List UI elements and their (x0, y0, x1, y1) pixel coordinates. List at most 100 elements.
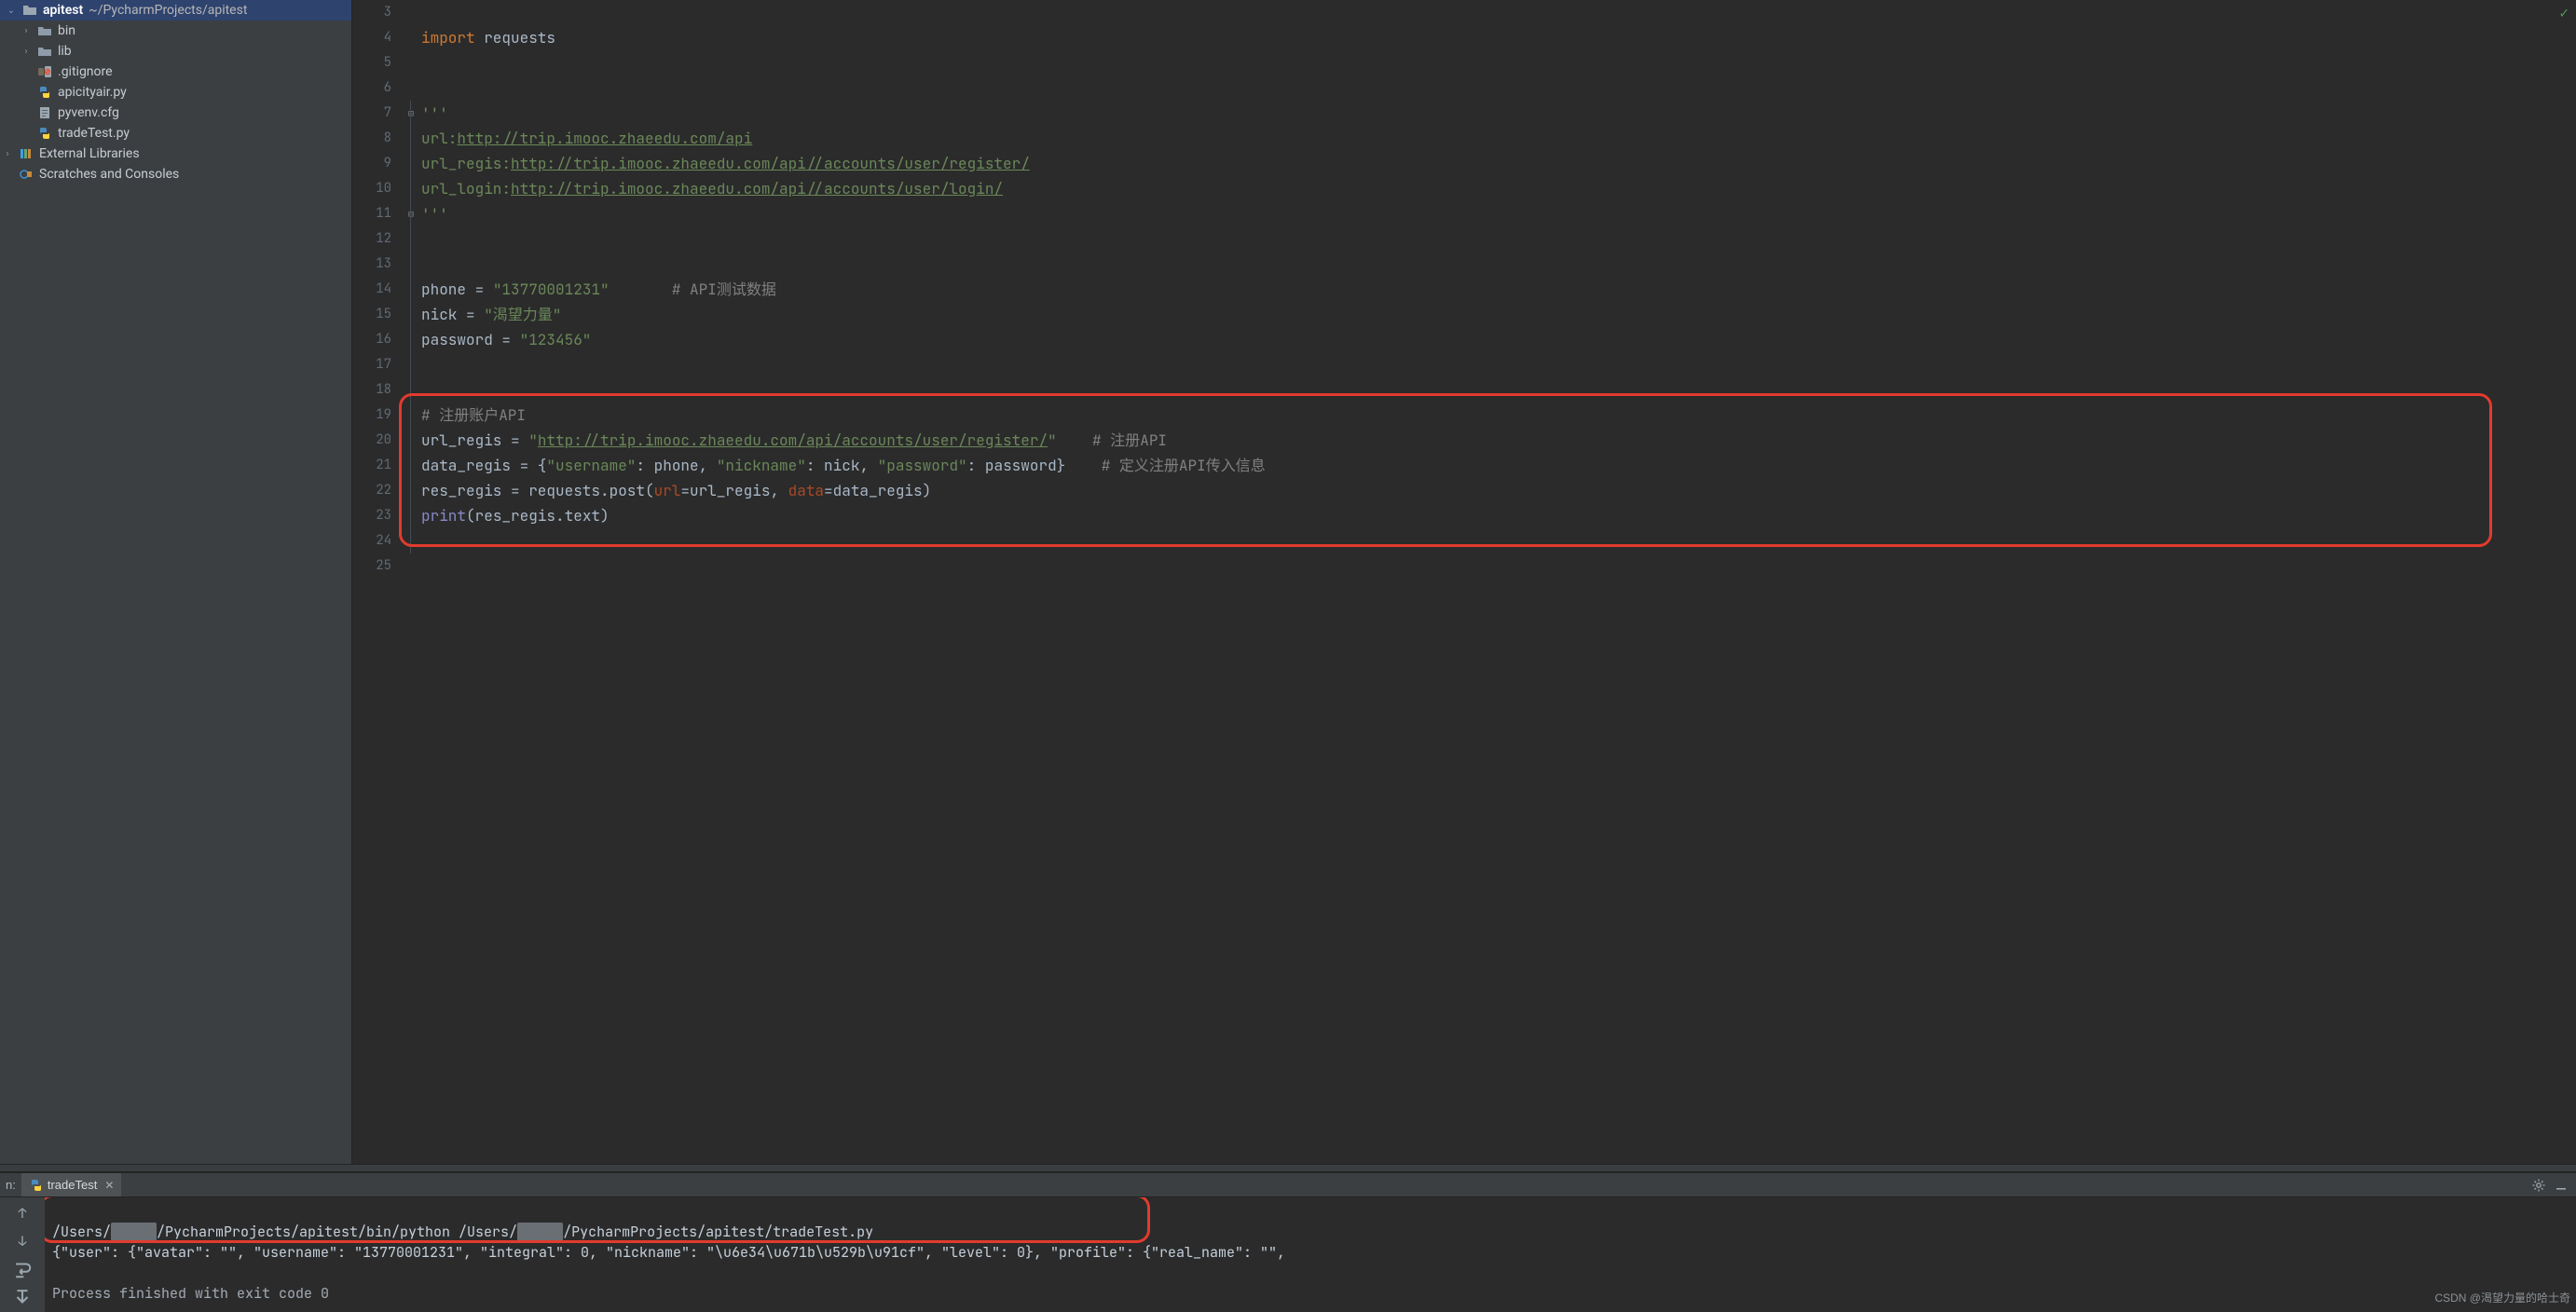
line-number[interactable]: 24 (352, 528, 391, 554)
python-run-icon (29, 1178, 44, 1193)
chevron-down-icon: ⌄ (6, 6, 17, 16)
down-arrow-icon[interactable]: ↓ (12, 1231, 33, 1251)
gutter[interactable]: 345678910111213141516171819202122232425 (352, 0, 408, 1164)
tree-item-pyvenv-cfg[interactable]: ›pyvenv.cfg (0, 102, 351, 123)
tree-item-label: .gitignore (58, 64, 113, 79)
code-line-19[interactable]: # 注册账户API (421, 403, 2576, 428)
project-name: apitest (43, 3, 83, 18)
line-number[interactable]: 6 (352, 75, 391, 101)
line-number[interactable]: 22 (352, 478, 391, 503)
line-number[interactable]: 21 (352, 453, 391, 478)
code-line-23[interactable]: print(res_regis.text) (421, 503, 2576, 528)
code-column[interactable]: import requests'''url:http://trip.imooc.… (421, 0, 2576, 1164)
line-number[interactable]: 14 (352, 277, 391, 302)
chevron-right-icon: › (21, 47, 32, 57)
tree-item-lib[interactable]: › lib (0, 41, 351, 62)
code-line-20[interactable]: url_regis = "http://trip.imooc.zhaeedu.c… (421, 428, 2576, 453)
console-cmd-line: /Users/xxxxx/PycharmProjects/apitest/bin… (52, 1223, 873, 1241)
code-line-16[interactable]: password = "123456" (421, 327, 2576, 352)
code-line-15[interactable]: nick = "渴望力量" (421, 302, 2576, 327)
line-number[interactable]: 5 (352, 50, 391, 75)
code-line-9[interactable]: url_regis:http://trip.imooc.zhaeedu.com/… (421, 151, 2576, 176)
soft-wrap-icon[interactable] (12, 1259, 33, 1279)
project-tree[interactable]: ›bin›lib›.gitignore›apicityair.py›pyvenv… (0, 20, 351, 144)
line-number[interactable]: 11 (352, 201, 391, 226)
line-number[interactable]: 23 (352, 503, 391, 528)
project-pane[interactable]: ⌄ apitest ~/PycharmProjects/apitest ›bin… (0, 0, 352, 1164)
indent-guide (410, 101, 411, 554)
library-icon (19, 146, 34, 161)
code-line-14[interactable]: phone = "13770001231" # API测试数据 (421, 277, 2576, 302)
code-line-24[interactable] (421, 528, 2576, 554)
line-number[interactable]: 10 (352, 176, 391, 201)
code-line-3[interactable] (421, 0, 2576, 25)
code-line-13[interactable] (421, 252, 2576, 277)
line-number[interactable]: 4 (352, 25, 391, 50)
code-line-18[interactable] (421, 377, 2576, 403)
tree-item-label: lib (58, 44, 72, 59)
line-number[interactable]: 16 (352, 327, 391, 352)
py-icon (37, 85, 52, 100)
line-number[interactable]: 3 (352, 0, 391, 25)
fold-toggle-icon[interactable]: ⊟ (408, 201, 414, 226)
external-libraries-row[interactable]: › External Libraries (0, 144, 351, 164)
line-number[interactable]: 13 (352, 252, 391, 277)
folder-open-icon (22, 3, 37, 18)
run-tab[interactable]: tradeTest ✕ (21, 1173, 122, 1196)
tree-item--gitignore[interactable]: ›.gitignore (0, 62, 351, 82)
folder-icon (37, 44, 52, 59)
run-tools-right (2531, 1178, 2576, 1193)
code-line-7[interactable]: ''' (421, 101, 2576, 126)
code-line-8[interactable]: url:http://trip.imooc.zhaeedu.com/api (421, 126, 2576, 151)
line-number[interactable]: 7 (352, 101, 391, 126)
editor-area[interactable]: ✓ 34567891011121314151617181920212223242… (352, 0, 2576, 1164)
run-label: n: (0, 1178, 21, 1192)
line-number[interactable]: 20 (352, 428, 391, 453)
up-arrow-icon[interactable]: ↑ (12, 1203, 33, 1223)
code-line-6[interactable] (421, 75, 2576, 101)
code-line-4[interactable]: import requests (421, 25, 2576, 50)
tree-item-bin[interactable]: ›bin (0, 20, 351, 41)
fold-column[interactable]: ⊟⊟ (408, 0, 421, 1164)
run-console[interactable]: /Users/xxxxx/PycharmProjects/apitest/bin… (45, 1197, 2576, 1312)
csdn-watermark: CSDN @渴望力量的哈士奇 (2434, 1288, 2570, 1308)
code-line-5[interactable] (421, 50, 2576, 75)
cfg-icon (37, 105, 52, 120)
line-number[interactable]: 12 (352, 226, 391, 252)
redacted-text: xxxxx (111, 1223, 157, 1241)
line-number[interactable]: 9 (352, 151, 391, 176)
horizontal-divider[interactable] (0, 1164, 2576, 1172)
run-tab-label: tradeTest (48, 1178, 97, 1192)
chevron-right-icon: › (2, 149, 13, 159)
console-output-line: {"user": {"avatar": "", "username": "137… (52, 1243, 1285, 1262)
gear-icon[interactable] (2531, 1178, 2546, 1193)
fold-toggle-icon[interactable]: ⊟ (408, 101, 414, 126)
code-line-11[interactable]: ''' (421, 201, 2576, 226)
code-line-22[interactable]: res_regis = requests.post(url=url_regis,… (421, 478, 2576, 503)
tree-item-tradetest-py[interactable]: ›tradeTest.py (0, 123, 351, 144)
close-icon[interactable]: ✕ (101, 1179, 114, 1192)
scratches-label: Scratches and Consoles (39, 167, 179, 182)
editor-pane: ✓ 34567891011121314151617181920212223242… (352, 0, 2576, 1164)
tree-item-apicityair-py[interactable]: ›apicityair.py (0, 82, 351, 102)
scratches-icon (19, 167, 34, 182)
line-number[interactable]: 25 (352, 554, 391, 579)
code-line-21[interactable]: data_regis = {"username": phone, "nickna… (421, 453, 2576, 478)
chevron-right-icon: › (21, 26, 32, 36)
line-number[interactable]: 18 (352, 377, 391, 403)
console-exit-line: Process finished with exit code 0 (52, 1284, 329, 1303)
code-line-10[interactable]: url_login:http://trip.imooc.zhaeedu.com/… (421, 176, 2576, 201)
code-line-17[interactable] (421, 352, 2576, 377)
tree-item-label: pyvenv.cfg (58, 105, 119, 120)
line-number[interactable]: 8 (352, 126, 391, 151)
minimize-icon[interactable] (2554, 1178, 2569, 1193)
line-number[interactable]: 15 (352, 302, 391, 327)
code-line-25[interactable] (421, 554, 2576, 579)
line-number[interactable]: 19 (352, 403, 391, 428)
code-line-12[interactable] (421, 226, 2576, 252)
scroll-to-end-icon[interactable] (12, 1287, 33, 1307)
project-root-row[interactable]: ⌄ apitest ~/PycharmProjects/apitest (0, 0, 351, 20)
ide-window: ⌄ apitest ~/PycharmProjects/apitest ›bin… (0, 0, 2576, 1312)
line-number[interactable]: 17 (352, 352, 391, 377)
scratches-row[interactable]: › Scratches and Consoles (0, 164, 351, 184)
